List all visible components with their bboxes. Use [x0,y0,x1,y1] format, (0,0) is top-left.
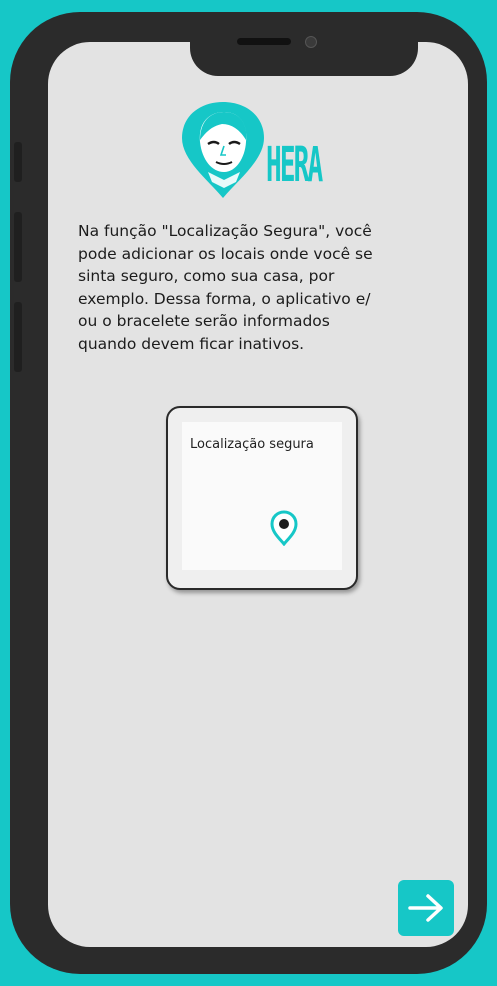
secure-location-card[interactable]: Localização segura [166,406,358,590]
brand-name: HERA [266,136,323,193]
volume-up-button [14,212,22,282]
description-line: pode adicionar os locais onde você se [78,244,373,263]
arrow-right-icon [408,894,443,922]
description-line: Na função "Localização Segura", você [78,222,372,240]
location-pin-icon [270,510,298,546]
description-line: sinta seguro, como sua casa, por [78,267,335,285]
card-content: Localização segura [182,422,342,570]
card-label: Localização segura [190,437,314,452]
front-camera [305,36,317,48]
woman-face-location-pin-icon [182,102,264,198]
description-line: exemplo. Dessa forma, o aplicativo e/ [78,289,371,308]
phone-notch [190,22,418,76]
next-button[interactable] [398,880,454,936]
description-line: quando devem ficar inativos. [78,334,305,353]
mute-switch [14,142,22,182]
volume-down-button [14,302,22,372]
description-line: ou o bracelete serão informados [78,312,330,330]
speaker-grille [237,38,291,45]
feature-description: Na função "Localização Segura", você pod… [78,220,448,355]
